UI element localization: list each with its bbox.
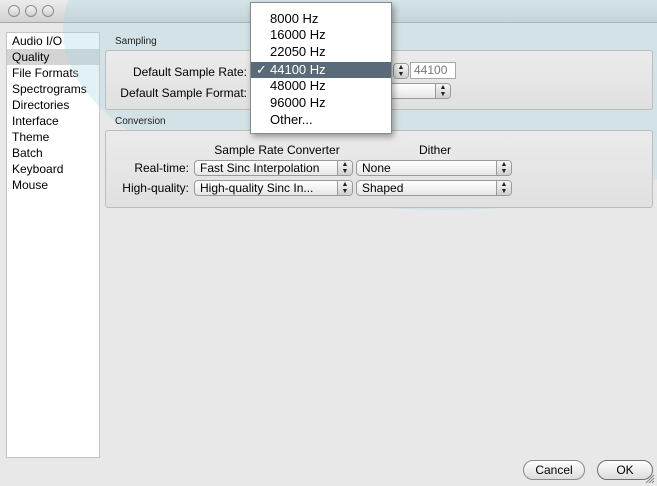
high-quality-dither-value: Shaped	[362, 181, 404, 195]
conversion-group-label: Conversion	[115, 116, 166, 127]
sidebar-item-quality[interactable]: Quality	[7, 49, 99, 65]
sample-rate-converter-header: Sample Rate Converter	[214, 143, 340, 157]
chevron-updown-icon: ▲ ▼	[394, 64, 408, 78]
realtime-dither-popup[interactable]: None ▲ ▼	[356, 160, 512, 176]
sample-rate-field[interactable]: 44100	[410, 62, 456, 79]
chevron-updown-icon: ▲ ▼	[337, 181, 352, 195]
sidebar-item-keyboard[interactable]: Keyboard	[7, 161, 99, 177]
high-quality-converter-popup[interactable]: High-quality Sinc In... ▲ ▼	[194, 180, 353, 196]
sidebar-item-audio-io[interactable]: Audio I/O	[7, 33, 99, 49]
preferences-window: Preferences Audio I/O Quality File Forma…	[0, 0, 657, 486]
default-sample-format-label: Default Sample Format:	[120, 86, 247, 100]
menu-item-16000[interactable]: 16000 Hz	[251, 27, 391, 43]
menu-item-other[interactable]: Other...	[251, 112, 391, 128]
high-quality-converter-value: High-quality Sinc In...	[200, 181, 314, 195]
sidebar-item-spectrograms[interactable]: Spectrograms	[7, 81, 99, 97]
checkmark-icon: ✓	[256, 62, 267, 77]
chevron-updown-icon: ▲ ▼	[496, 161, 511, 175]
realtime-converter-value: Fast Sinc Interpolation	[200, 161, 320, 175]
realtime-label: Real-time:	[134, 161, 189, 175]
sidebar-item-file-formats[interactable]: File Formats	[7, 65, 99, 81]
menu-item-96000[interactable]: 96000 Hz	[251, 95, 391, 111]
chevron-updown-icon: ▲ ▼	[435, 84, 450, 98]
chevron-updown-icon: ▲ ▼	[496, 181, 511, 195]
sidebar-item-interface[interactable]: Interface	[7, 113, 99, 129]
chevron-updown-icon: ▲ ▼	[337, 161, 352, 175]
sampling-group-label: Sampling	[115, 36, 157, 47]
cancel-button[interactable]: Cancel	[523, 460, 585, 480]
realtime-dither-value: None	[362, 161, 391, 175]
sample-rate-menu[interactable]: 8000 Hz 16000 Hz 22050 Hz ✓ 44100 Hz 480…	[250, 2, 392, 134]
sidebar-item-directories[interactable]: Directories	[7, 97, 99, 113]
default-sample-rate-label: Default Sample Rate:	[132, 65, 247, 79]
sidebar-item-mouse[interactable]: Mouse	[7, 177, 99, 193]
sample-rate-popup[interactable]: ▲ ▼	[393, 63, 409, 79]
menu-item-8000[interactable]: 8000 Hz	[251, 11, 391, 27]
resize-grip-icon[interactable]	[645, 474, 655, 484]
dither-header: Dither	[418, 143, 451, 157]
realtime-converter-popup[interactable]: Fast Sinc Interpolation ▲ ▼	[194, 160, 353, 176]
menu-item-22050[interactable]: 22050 Hz	[251, 44, 391, 60]
menu-item-48000[interactable]: 48000 Hz	[251, 78, 391, 94]
sidebar-item-batch[interactable]: Batch	[7, 145, 99, 161]
preferences-category-list[interactable]: Audio I/O Quality File Formats Spectrogr…	[6, 32, 100, 458]
menu-item-44100[interactable]: ✓ 44100 Hz	[251, 62, 391, 78]
high-quality-dither-popup[interactable]: Shaped ▲ ▼	[356, 180, 512, 196]
sidebar-item-theme[interactable]: Theme	[7, 129, 99, 145]
menu-item-44100-label: 44100 Hz	[270, 62, 326, 77]
high-quality-label: High-quality:	[122, 181, 189, 195]
